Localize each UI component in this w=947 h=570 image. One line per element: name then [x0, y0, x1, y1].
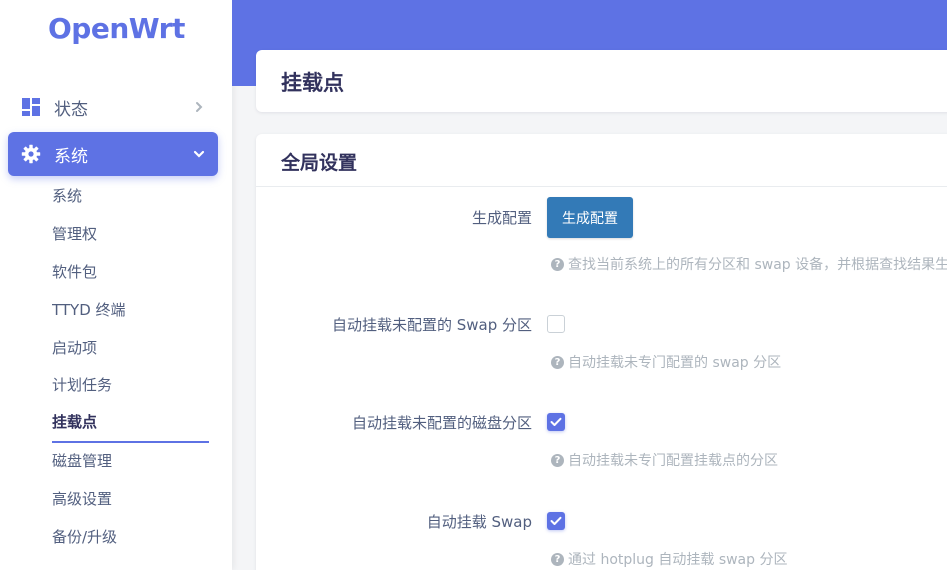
generate-config-button[interactable]: 生成配置 — [547, 197, 633, 238]
gear-icon — [20, 143, 42, 165]
sidebar-item-status[interactable]: 状态 — [8, 85, 218, 129]
sidebar-subitem-mountpoints[interactable]: 挂载点 — [52, 405, 209, 444]
hint-text: 通过 hotplug 自动挂载 swap 分区 — [568, 552, 788, 568]
hint-text: 查找当前系统上的所有分区和 swap 设备，并根据查找结果生成 — [568, 257, 947, 273]
auto-swap-unconfigured-hint: ? 自动挂载未专门配置的 swap 分区 — [551, 352, 781, 372]
sidebar-item-label: 状态 — [54, 99, 88, 120]
openwrt-logo[interactable]: OpenWrt — [48, 12, 185, 45]
page-title: 挂载点 — [281, 71, 344, 95]
sidebar-subitem-backup[interactable]: 备份/升级 — [52, 519, 209, 557]
sidebar-subitem-advanced[interactable]: 高级设置 — [52, 481, 209, 519]
help-icon: ? — [551, 552, 564, 566]
auto-swap-unconfigured-checkbox[interactable] — [547, 315, 565, 333]
hint-text: 自动挂载未专门配置的 swap 分区 — [568, 355, 782, 371]
auto-mount-unconfigured-label: 自动挂载未配置的磁盘分区 — [351, 414, 532, 432]
sidebar-item-label: 系统 — [54, 146, 88, 167]
auto-mount-unconfigured-checkbox[interactable] — [547, 413, 565, 431]
sidebar-subitem-crontab[interactable]: 计划任务 — [52, 367, 209, 405]
sidebar-subitem-admin[interactable]: 管理权 — [52, 216, 209, 254]
hint-text: 自动挂载未专门配置挂载点的分区 — [568, 453, 778, 469]
chevron-down-icon — [190, 145, 208, 163]
sidebar-subitem-packages[interactable]: 软件包 — [52, 254, 209, 292]
section-title: 全局设置 — [281, 152, 358, 174]
sidebar-subitem-startup[interactable]: 启动项 — [52, 330, 209, 368]
system-submenu: 系统 管理权 软件包 TTYD 终端 启动项 计划任务 挂载点 磁盘管理 高级设… — [52, 178, 209, 557]
page-header-card: 挂载点 — [256, 50, 947, 112]
auto-mount-unconfigured-hint: ? 自动挂载未专门配置挂载点的分区 — [551, 450, 778, 470]
auto-swap-unconfigured-label: 自动挂载未配置的 Swap 分区 — [331, 316, 532, 334]
auto-swap-checkbox[interactable] — [547, 512, 565, 530]
help-icon: ? — [551, 355, 564, 369]
sidebar-subitem-diskman[interactable]: 磁盘管理 — [52, 443, 209, 481]
help-icon: ? — [551, 453, 564, 467]
sidebar-subitem-ttyd[interactable]: TTYD 终端 — [52, 292, 209, 330]
auto-swap-label: 自动挂载 Swap — [426, 513, 532, 531]
help-icon: ? — [551, 257, 564, 271]
generate-config-hint: ? 查找当前系统上的所有分区和 swap 设备，并根据查找结果生成 — [551, 254, 947, 274]
sidebar-item-system[interactable]: 系统 — [8, 132, 218, 176]
dashboard-icon — [20, 96, 42, 118]
sidebar: OpenWrt 状态 系统 系统 管理权 软件包 TTYD 终端 启动项 计划任… — [0, 0, 232, 570]
check-icon — [550, 417, 562, 426]
sidebar-subitem-system[interactable]: 系统 — [52, 178, 209, 216]
generate-config-label: 生成配置 — [471, 209, 532, 227]
section-divider — [256, 186, 947, 187]
chevron-right-icon — [190, 98, 208, 116]
check-icon — [550, 516, 562, 525]
global-settings-card: 全局设置 生成配置 生成配置 ? 查找当前系统上的所有分区和 swap 设备，并… — [256, 134, 947, 570]
auto-swap-hint: ? 通过 hotplug 自动挂载 swap 分区 — [551, 549, 787, 569]
